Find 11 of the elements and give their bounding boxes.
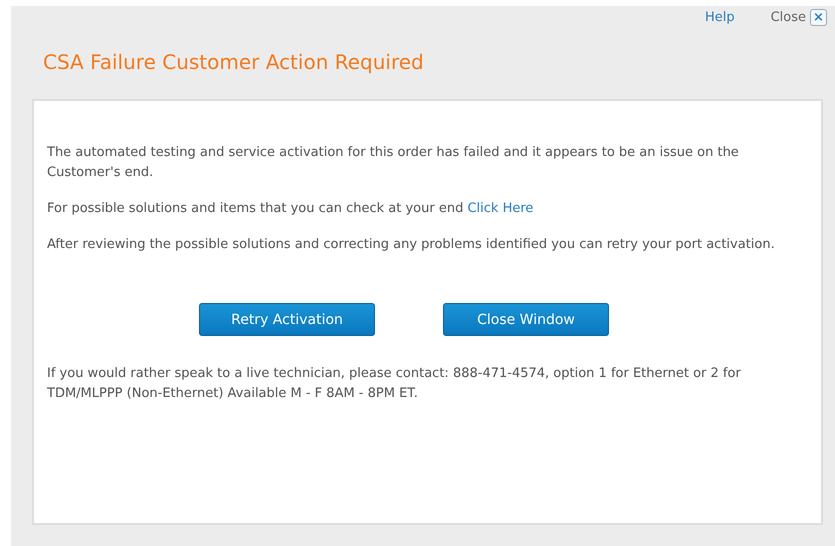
help-link[interactable]: Help bbox=[704, 10, 735, 24]
dialog-title: CSA Failure Customer Action Required bbox=[43, 50, 425, 76]
contact-note: If you would rather speak to a live technician, please contact: 888-471-4574, option 1 for Ethernet or 2 for TDM/MLPPP (Non-Ethernet) Available M - F 8AM - 8PM ET. bbox=[47, 365, 742, 403]
close-icon[interactable]: × bbox=[810, 8, 827, 26]
action-button[interactable]: Close Window bbox=[443, 303, 609, 336]
message-text: The automated testing and service activation for this order has failed and it appears to be an issue on the Customer's end. bbox=[47, 144, 740, 182]
message-text: After reviewing the possible solutions and correcting any problems identified you can retry your port activation. bbox=[47, 236, 776, 254]
close-link[interactable]: Close bbox=[770, 10, 806, 24]
click-here-link[interactable]: Click Here bbox=[467, 201, 534, 216]
message-text: For possible solutions and items that you can check at your end Click Here bbox=[47, 200, 534, 218]
action-button[interactable]: Retry Activation bbox=[199, 303, 375, 336]
